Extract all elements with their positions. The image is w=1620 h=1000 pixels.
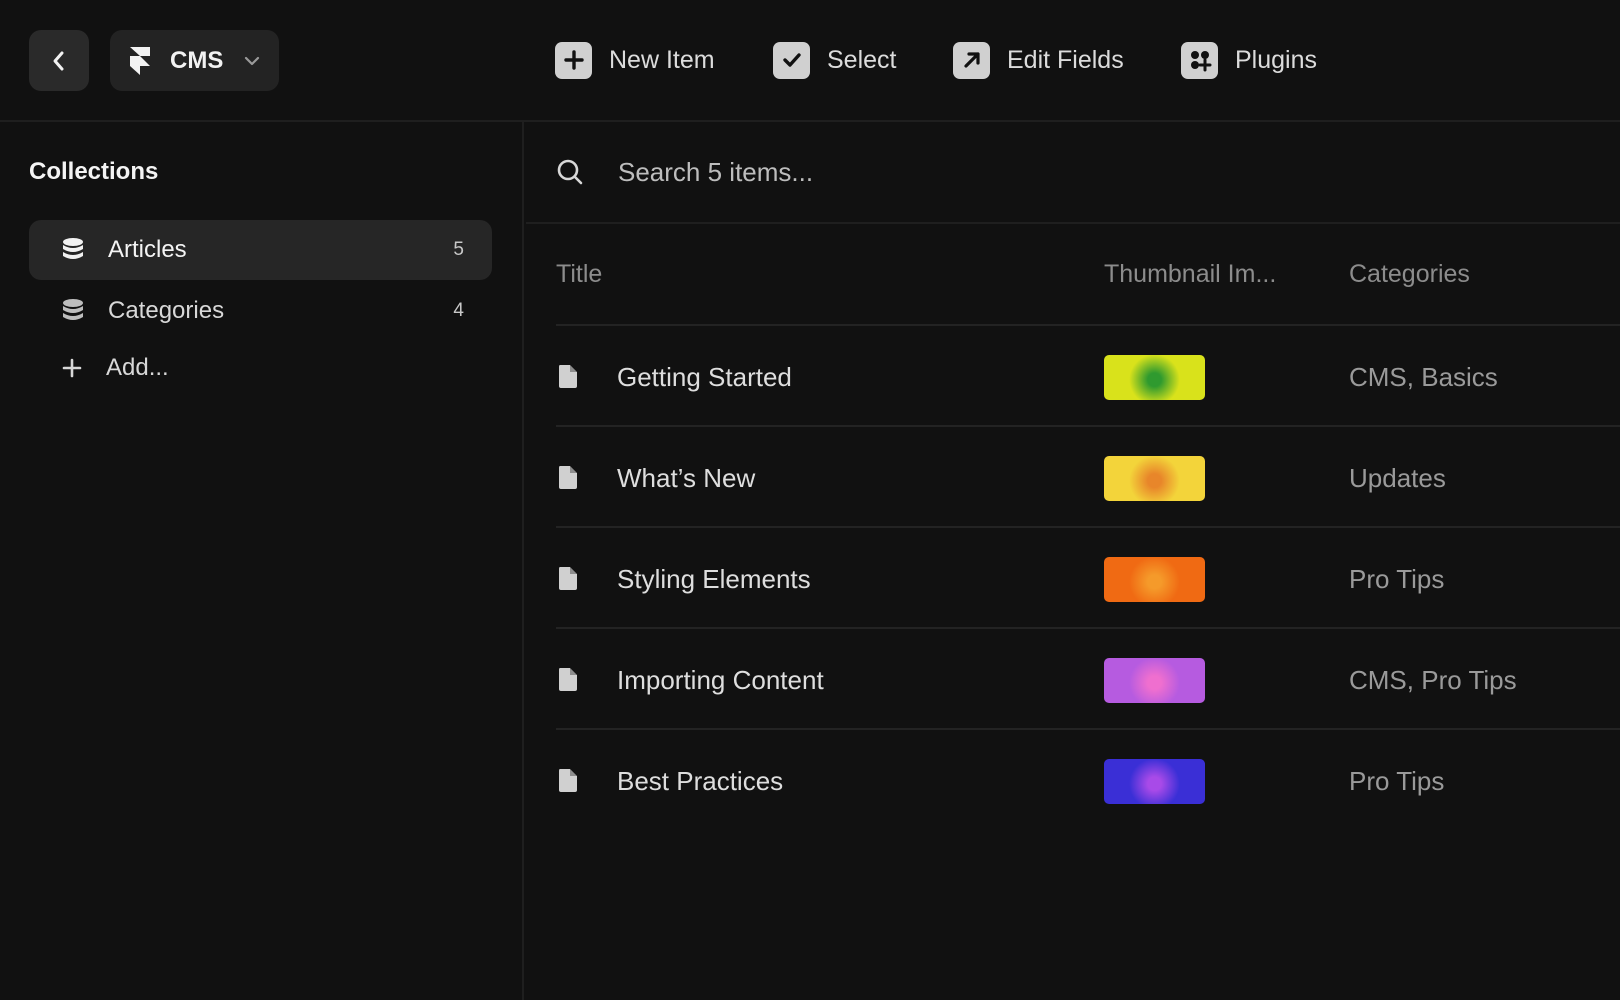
plugins-grid-icon: [1181, 41, 1218, 79]
row-title: Best Practices: [617, 766, 784, 796]
project-switcher[interactable]: CMS: [110, 30, 279, 91]
plus-icon: [62, 358, 82, 378]
edit-fields-button[interactable]: Edit Fields: [953, 41, 1124, 79]
row-title: Importing Content: [617, 665, 824, 695]
select-label: Select: [827, 45, 897, 74]
sidebar-item-articles[interactable]: Articles 5: [29, 220, 492, 280]
row-categories: Updates: [1349, 463, 1446, 493]
database-icon: [63, 299, 83, 320]
thumbnail-image: [1104, 658, 1205, 703]
item-count: 4: [453, 300, 464, 321]
sidebar-item-categories[interactable]: Categories 4: [29, 281, 492, 341]
column-header-categories[interactable]: Categories: [1349, 260, 1470, 289]
plugins-label: Plugins: [1235, 45, 1317, 74]
table-header: Title Thumbnail Im... Categories: [556, 224, 1620, 326]
sidebar-item-label: Articles: [108, 236, 187, 263]
edit-fields-label: Edit Fields: [1007, 45, 1124, 74]
search-input[interactable]: [618, 156, 1418, 188]
file-icon: [559, 466, 577, 489]
collections-heading: Collections: [29, 158, 159, 185]
collection-content: Title Thumbnail Im... Categories Getting…: [526, 122, 1620, 1000]
table-row[interactable]: Getting Started CMS, Basics: [556, 326, 1620, 427]
file-icon: [559, 668, 577, 691]
thumbnail-image: [1104, 759, 1205, 804]
column-header-thumbnail[interactable]: Thumbnail Im...: [1104, 260, 1276, 289]
row-categories: Pro Tips: [1349, 766, 1445, 796]
top-toolbar: CMS New Item Select Edit Fields Plugins: [0, 0, 1620, 122]
table-row[interactable]: Importing Content CMS, Pro Tips: [556, 629, 1620, 730]
file-icon: [559, 567, 577, 590]
table-row[interactable]: Styling Elements Pro Tips: [556, 528, 1620, 629]
add-label: Add...: [106, 354, 169, 381]
row-categories: CMS, Pro Tips: [1349, 665, 1517, 695]
row-categories: Pro Tips: [1349, 564, 1445, 594]
row-title: Styling Elements: [617, 564, 811, 594]
project-name: CMS: [170, 46, 224, 74]
collections-sidebar: Collections Articles 5 Categories 4 Add.…: [0, 122, 524, 1000]
database-icon: [63, 238, 83, 259]
row-categories: CMS, Basics: [1349, 362, 1498, 392]
new-item-label: New Item: [609, 45, 715, 74]
chevron-down-icon: [245, 56, 260, 65]
thumbnail-image: [1104, 355, 1205, 400]
item-count: 5: [453, 239, 464, 260]
table-row[interactable]: What’s New Updates: [556, 427, 1620, 528]
add-collection-button[interactable]: Add...: [62, 354, 169, 382]
row-title: Getting Started: [617, 362, 792, 392]
column-header-title[interactable]: Title: [556, 260, 602, 289]
table-row[interactable]: Best Practices Pro Tips: [556, 730, 1620, 831]
back-button[interactable]: [29, 30, 89, 91]
thumbnail-image: [1104, 456, 1205, 501]
plus-square-icon: [555, 41, 592, 79]
select-button[interactable]: Select: [773, 41, 896, 79]
row-title: What’s New: [617, 463, 756, 493]
check-square-icon: [773, 41, 810, 79]
file-icon: [559, 769, 577, 792]
new-item-button[interactable]: New Item: [555, 41, 715, 79]
thumbnail-image: [1104, 557, 1205, 602]
chevron-left-icon: [53, 51, 64, 70]
search-icon: [557, 159, 583, 185]
file-icon: [559, 365, 577, 388]
search-bar: [526, 122, 1620, 224]
framer-logo-icon: [130, 46, 150, 75]
arrow-up-right-icon: [953, 41, 990, 79]
plugins-button[interactable]: Plugins: [1181, 41, 1317, 79]
sidebar-item-label: Categories: [108, 297, 225, 324]
